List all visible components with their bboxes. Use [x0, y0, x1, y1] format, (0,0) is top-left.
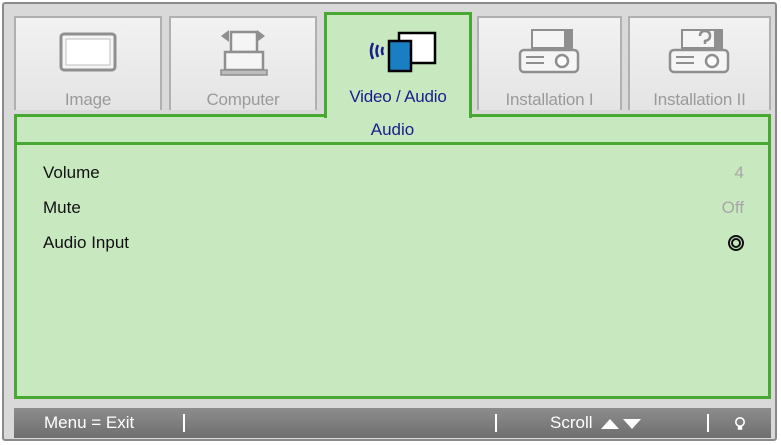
scroll-label: Scroll — [550, 413, 593, 432]
setting-label: Mute — [43, 198, 81, 217]
status-divider — [495, 414, 497, 432]
projector-settings-icon — [655, 26, 745, 80]
tab-installation-1[interactable]: Installation I — [477, 16, 622, 110]
monitor-icon — [43, 26, 133, 80]
help-hint[interactable] — [734, 408, 746, 438]
tab-label: Image — [64, 90, 112, 109]
section-title: Audio — [17, 117, 768, 145]
setting-row-mute[interactable]: Mute Off — [43, 193, 744, 223]
settings-panel: Audio Volume 4 Mute Off Audio Input — [14, 114, 771, 399]
setting-label: Volume — [43, 163, 100, 182]
setting-value: Off — [721, 198, 744, 217]
submenu-target-icon[interactable] — [728, 235, 744, 251]
tab-label: Installation I — [505, 90, 594, 109]
setting-value: 4 — [734, 163, 744, 182]
tab-image[interactable]: Image — [14, 16, 162, 110]
status-divider — [707, 414, 709, 432]
lightbulb-icon — [735, 416, 745, 430]
tab-bar: Image Computer Video / Audio Installatio… — [14, 12, 771, 118]
tab-label: Video / Audio — [349, 87, 447, 106]
tab-installation-2[interactable]: Installation II — [628, 16, 771, 110]
tab-computer[interactable]: Computer — [169, 16, 317, 110]
scroll-hint: Scroll — [550, 408, 642, 438]
setting-row-audio-input[interactable]: Audio Input — [43, 228, 744, 258]
menu-exit-hint: Menu = Exit — [44, 413, 135, 432]
tab-label: Installation II — [653, 90, 746, 109]
video-audio-icon — [353, 23, 443, 77]
up-down-arrow-icons — [601, 418, 642, 429]
tab-video-audio[interactable]: Video / Audio — [324, 12, 472, 118]
projector-icon — [505, 26, 595, 80]
tab-label: Computer — [206, 90, 280, 109]
status-divider — [183, 414, 185, 432]
setting-label: Audio Input — [43, 233, 130, 252]
setting-row-volume[interactable]: Volume 4 — [43, 158, 744, 188]
computer-icon — [198, 26, 288, 80]
osd-menu-frame: Image Computer Video / Audio Installatio… — [2, 2, 777, 441]
status-bar: Menu = Exit Scroll — [14, 408, 771, 438]
